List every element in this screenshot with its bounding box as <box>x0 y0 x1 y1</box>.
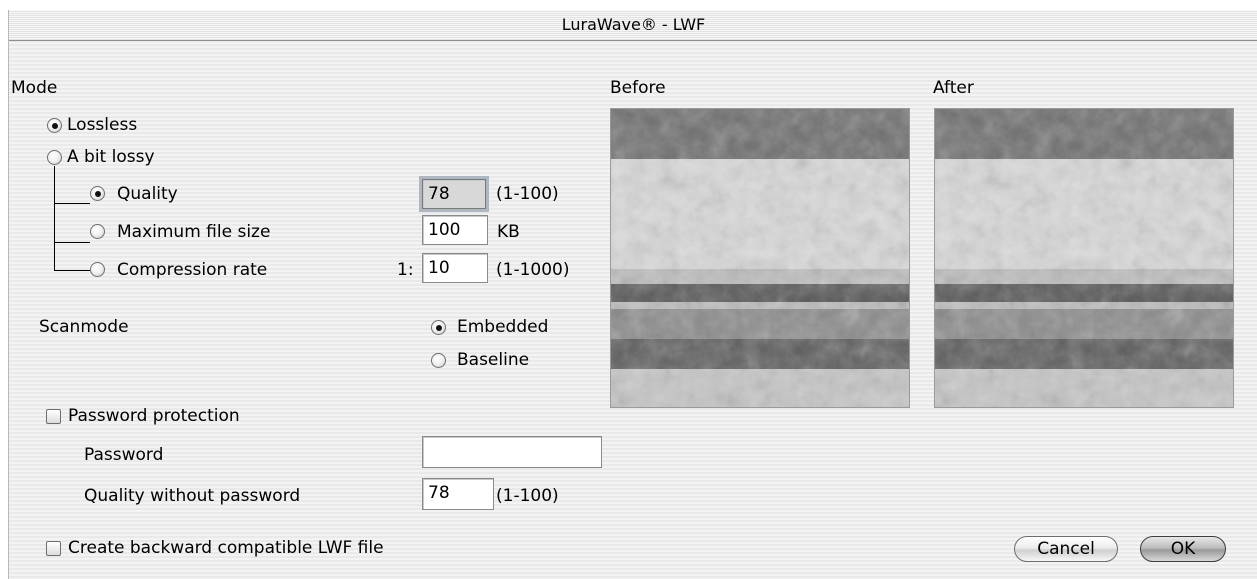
tree-line-vertical <box>54 166 55 270</box>
wave-image-before <box>611 109 909 407</box>
after-label: After <box>933 78 974 98</box>
max-size-unit: KB <box>497 222 520 242</box>
password-input[interactable] <box>422 436 602 468</box>
baseline-radio[interactable] <box>431 353 446 368</box>
backward-compatible-label: Create backward compatible LWF file <box>68 538 384 558</box>
window-title: LuraWave® - LWF <box>9 10 1257 41</box>
embedded-radio[interactable] <box>431 320 446 335</box>
quality-label: Quality <box>117 184 178 204</box>
lossy-label: A bit lossy <box>67 147 155 167</box>
before-preview-image <box>610 108 910 408</box>
quality-input[interactable]: 78 <box>419 176 489 212</box>
compression-label: Compression rate <box>117 260 268 280</box>
quality-without-label: Quality without password <box>84 486 301 506</box>
max-size-label: Maximum file size <box>117 222 271 242</box>
password-protection-checkbox[interactable] <box>46 409 61 424</box>
mode-heading: Mode <box>11 78 58 98</box>
quality-without-input[interactable]: 78 <box>422 478 494 510</box>
tree-line-compression <box>54 270 90 271</box>
backward-compatible-checkbox[interactable] <box>46 541 61 556</box>
tree-line-quality <box>54 203 90 204</box>
quality-radio[interactable] <box>90 186 105 201</box>
dialog-window: LuraWave® - LWF Mode Lossless A bit loss… <box>8 10 1257 579</box>
compression-radio[interactable] <box>90 262 105 277</box>
baseline-label: Baseline <box>457 350 530 370</box>
max-size-radio[interactable] <box>90 224 105 239</box>
before-label: Before <box>610 78 666 98</box>
max-size-input[interactable]: 100 <box>422 215 488 245</box>
lossy-radio[interactable] <box>47 150 62 165</box>
tree-line-maxsize <box>54 242 90 243</box>
password-protection-label: Password protection <box>68 406 240 426</box>
cancel-button[interactable]: Cancel <box>1014 536 1118 562</box>
compression-prefix: 1: <box>397 260 414 280</box>
scanmode-heading: Scanmode <box>39 317 129 337</box>
wave-image-after <box>935 109 1233 407</box>
lossless-label: Lossless <box>67 115 138 135</box>
password-label: Password <box>84 445 164 465</box>
compression-range: (1-1000) <box>496 260 570 280</box>
compression-input[interactable]: 10 <box>422 253 488 283</box>
quality-range: (1-100) <box>496 184 559 204</box>
embedded-label: Embedded <box>457 317 549 337</box>
lossless-radio[interactable] <box>47 118 62 133</box>
quality-without-range: (1-100) <box>496 486 559 506</box>
ok-button[interactable]: OK <box>1140 536 1226 562</box>
after-preview-image <box>934 108 1234 408</box>
